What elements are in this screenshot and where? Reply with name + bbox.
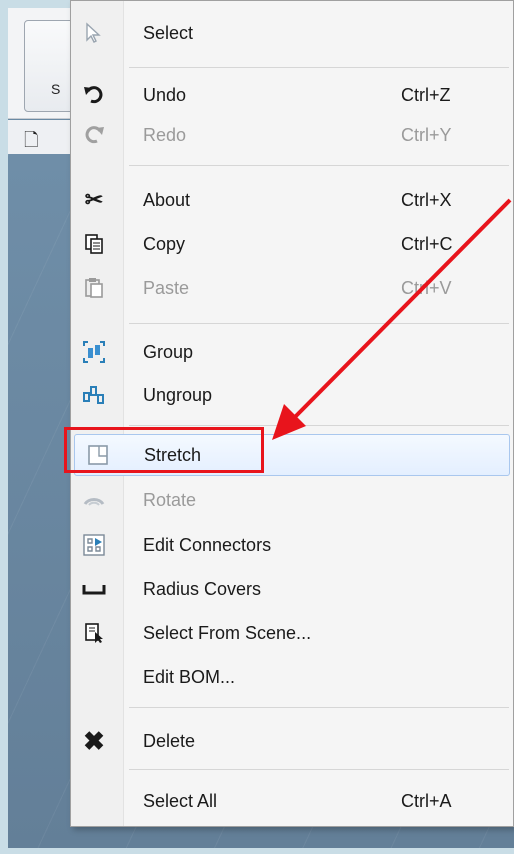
radius-covers-icon [81,576,107,602]
menu-item-copy[interactable]: Copy Ctrl+C [71,224,513,264]
menu-item-select-from-scene[interactable]: Select From Scene... [71,613,513,653]
menu-item-label: Copy [143,234,186,254]
menu-item-label: About [143,190,191,210]
menu-item-label: Select All [143,791,218,811]
menu-item-shortcut: Ctrl+X [401,190,452,210]
separator [129,769,509,770]
menu-item-label: Undo [143,85,187,105]
separator [129,165,509,166]
menu-item-group[interactable]: Group [71,332,513,372]
menu-item-edit-bom[interactable]: Edit BOM... [71,657,513,697]
menu-item-label: Edit BOM... [143,667,236,687]
menu-item-label: Group [143,342,194,362]
rotate-icon [81,487,107,513]
menu-item-shortcut: Ctrl+C [401,234,453,254]
menu-item-label: Paste [143,278,190,298]
menu-item-label: Edit Connectors [143,535,272,555]
delete-x-icon: ✖ [83,725,105,756]
menu-item-ungroup[interactable]: Ungroup [71,375,513,415]
context-menu: Select Undo Ctrl+Z Redo Ctrl+Y ✂ About C… [70,0,514,827]
select-from-scene-icon [81,620,107,646]
menu-item-select[interactable]: Select [71,13,513,53]
menu-item-shortcut: Ctrl+Z [401,85,451,105]
annotation-highlight-box [64,427,264,473]
menu-item-about[interactable]: ✂ About Ctrl+X [71,180,513,220]
ungroup-icon [81,382,107,408]
paste-icon [81,275,107,301]
menu-item-rotate[interactable]: Rotate [71,480,513,520]
menu-item-shortcut: Ctrl+Y [401,125,452,145]
cursor-arrow-icon [81,20,107,46]
menu-item-paste[interactable]: Paste Ctrl+V [71,268,513,308]
menu-item-label: Ungroup [143,385,213,405]
menu-item-label: Select From Scene... [143,623,312,643]
edit-connectors-icon [81,532,107,558]
separator [129,707,509,708]
undo-icon [81,82,107,108]
menu-item-edit-connectors[interactable]: Edit Connectors [71,525,513,565]
separator [129,67,509,68]
menu-item-redo[interactable]: Redo Ctrl+Y [71,115,513,155]
group-icon [81,339,107,365]
scissors-icon: ✂ [84,187,104,212]
menu-item-label: Rotate [143,490,197,510]
menu-item-delete[interactable]: ✖ Delete [71,721,513,761]
copy-icon [81,231,107,257]
menu-item-label: Select [143,23,194,43]
menu-item-radius-covers[interactable]: Radius Covers [71,569,513,609]
menu-item-label: Radius Covers [143,579,262,599]
select-tool-label: S [51,81,61,97]
menu-item-undo[interactable]: Undo Ctrl+Z [71,75,513,115]
separator [129,323,509,324]
redo-icon [81,122,107,148]
menu-item-shortcut: Ctrl+A [401,791,452,811]
menu-item-select-all[interactable]: Select All Ctrl+A [71,781,513,821]
menu-item-label: Redo [143,125,187,145]
separator [129,425,509,426]
menu-item-shortcut: Ctrl+V [401,278,452,298]
menu-item-label: Delete [143,731,196,751]
